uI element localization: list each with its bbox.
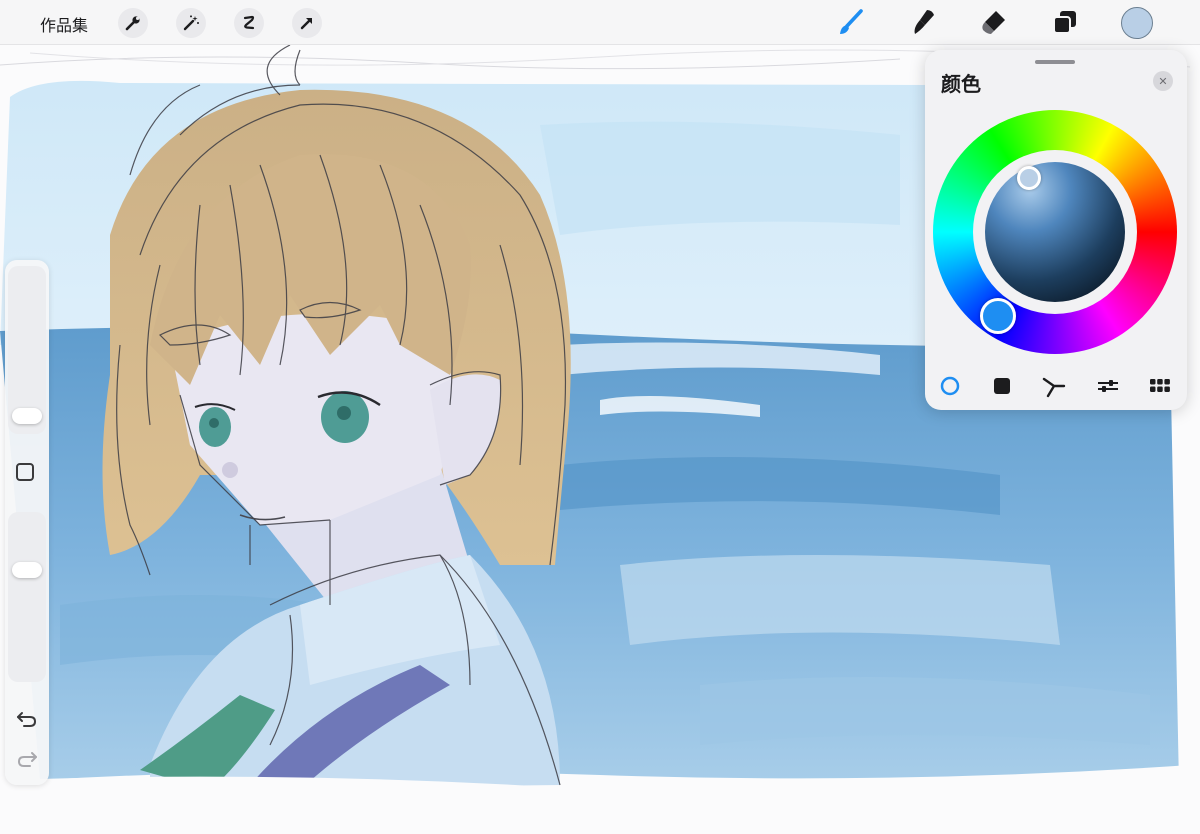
hue-marker[interactable] — [980, 298, 1016, 334]
classic-mode-icon[interactable] — [990, 374, 1014, 398]
brush-size-slider[interactable] — [8, 266, 46, 434]
panel-title: 颜色 — [941, 72, 981, 96]
palette-mode-icon[interactable] — [1148, 374, 1172, 398]
eraser-icon[interactable] — [978, 6, 1010, 38]
harmony-mode-icon[interactable] — [1042, 374, 1066, 398]
left-sidebar — [5, 260, 49, 785]
undo-icon[interactable] — [15, 709, 39, 729]
top-toolbar: 作品集 — [0, 0, 1200, 45]
gallery-button[interactable]: 作品集 — [40, 12, 88, 36]
panel-grabber[interactable] — [1035, 60, 1075, 64]
current-color-swatch[interactable] — [1121, 7, 1153, 39]
close-icon[interactable]: ✕ — [1153, 71, 1173, 91]
wrench-icon[interactable] — [118, 8, 148, 38]
brush-icon[interactable] — [835, 6, 867, 38]
selection-icon[interactable] — [234, 8, 264, 38]
redo-icon[interactable] — [15, 749, 39, 769]
transform-arrow-icon[interactable] — [292, 8, 322, 38]
saturation-marker[interactable] — [1017, 166, 1041, 190]
disc-mode-icon[interactable] — [938, 374, 962, 398]
layers-icon[interactable] — [1049, 6, 1081, 38]
smudge-icon[interactable] — [907, 6, 939, 38]
modify-button[interactable] — [16, 463, 34, 481]
brush-size-thumb[interactable] — [12, 408, 42, 424]
magic-wand-icon[interactable] — [176, 8, 206, 38]
opacity-slider[interactable] — [8, 512, 46, 682]
value-mode-icon[interactable] — [1096, 374, 1120, 398]
saturation-brightness-disc[interactable] — [985, 162, 1125, 302]
color-panel: 颜色 ✕ — [925, 50, 1187, 410]
opacity-thumb[interactable] — [12, 562, 42, 578]
